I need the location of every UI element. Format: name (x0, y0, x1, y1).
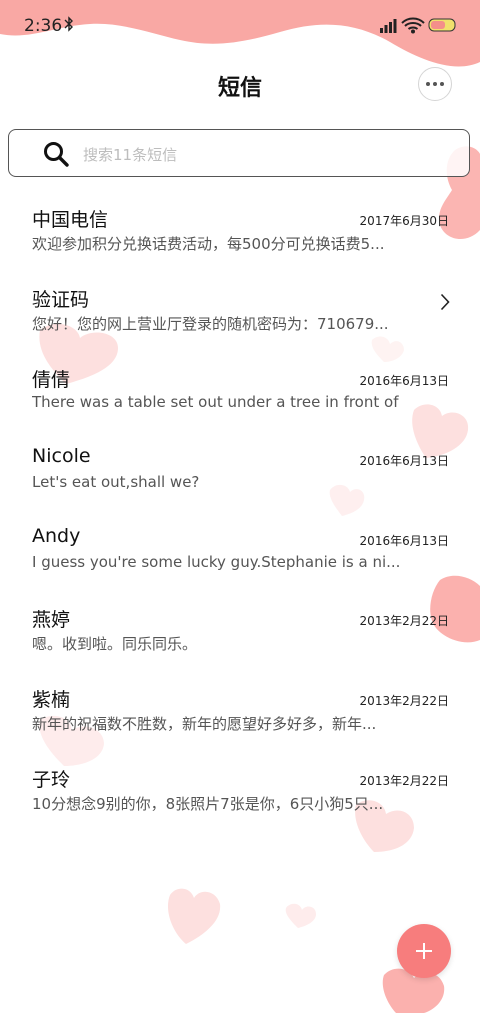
message-item[interactable]: Andy 2016年6月13日 I guess you're some luck… (0, 515, 480, 595)
message-sender: 紫楠 (32, 689, 71, 711)
signal-icon (380, 19, 397, 33)
plus-icon (416, 943, 432, 959)
message-preview: 欢迎参加积分兑换话费活动，每500分可兑换话费5... (32, 235, 385, 253)
more-button[interactable] (418, 67, 452, 101)
message-item[interactable]: 中国电信 2017年6月30日 欢迎参加积分兑换话费活动，每500分可兑换话费5… (0, 195, 480, 275)
message-preview: Let's eat out,shall we? (32, 473, 200, 491)
message-item[interactable]: 子玲 2013年2月22日 10分想念9别的你，8张照片7张是你，6只小狗5只.… (0, 755, 480, 835)
message-sender: 中国电信 (32, 209, 109, 231)
message-sender: Andy (32, 525, 81, 547)
bluetooth-icon (64, 16, 74, 36)
new-message-button[interactable] (397, 924, 451, 978)
message-item[interactable]: 燕婷 2013年2月22日 嗯。收到啦。同乐同乐。 (0, 595, 480, 675)
message-preview: 10分想念9别的你，8张照片7张是你，6只小狗5只... (32, 795, 384, 813)
status-icons (380, 16, 458, 36)
message-sender: 验证码 (32, 289, 90, 311)
message-preview: I guess you're some lucky guy.Stephanie … (32, 553, 401, 571)
message-item[interactable]: 紫楠 2013年2月22日 新年的祝福数不胜数，新年的愿望好多好多，新年... (0, 675, 480, 755)
message-list: 中国电信 2017年6月30日 欢迎参加积分兑换话费活动，每500分可兑换话费5… (0, 195, 480, 835)
message-item[interactable]: 倩倩 2016年6月13日 There was a table set out … (0, 355, 480, 435)
message-date: 2016年6月13日 (359, 374, 449, 388)
message-sender: 子玲 (32, 769, 71, 791)
message-item[interactable]: Nicole 2016年6月13日 Let's eat out,shall we… (0, 435, 480, 515)
message-date: 2016年6月13日 (359, 534, 449, 548)
message-sender: Nicole (32, 445, 91, 467)
message-item[interactable]: 验证码 您好！您的网上营业厅登录的随机密码为：710679... (0, 275, 480, 355)
message-date: 2016年6月13日 (359, 454, 449, 468)
more-icon (426, 82, 430, 86)
message-preview: There was a table set out under a tree i… (32, 393, 402, 411)
message-preview: 嗯。收到啦。同乐同乐。 (32, 635, 198, 653)
wifi-icon (401, 17, 425, 34)
message-date: 2013年2月22日 (359, 694, 449, 708)
message-preview: 新年的祝福数不胜数，新年的愿望好多好多，新年... (32, 715, 377, 733)
message-sender: 倩倩 (32, 369, 71, 391)
message-date: 2013年2月22日 (359, 774, 449, 788)
message-preview: 您好！您的网上营业厅登录的随机密码为：710679... (32, 315, 389, 333)
search-icon (43, 141, 69, 171)
battery-icon (428, 18, 456, 32)
status-time: 2:36 (24, 16, 63, 36)
message-date: 2013年2月22日 (359, 614, 449, 628)
search-box[interactable] (8, 129, 470, 177)
search-input[interactable] (81, 142, 445, 168)
message-sender: 燕婷 (32, 609, 71, 631)
page-title: 短信 (217, 76, 262, 101)
chevron-right-icon (440, 293, 450, 315)
status-bar: 2:36 (0, 0, 480, 56)
message-date: 2017年6月30日 (359, 214, 449, 228)
